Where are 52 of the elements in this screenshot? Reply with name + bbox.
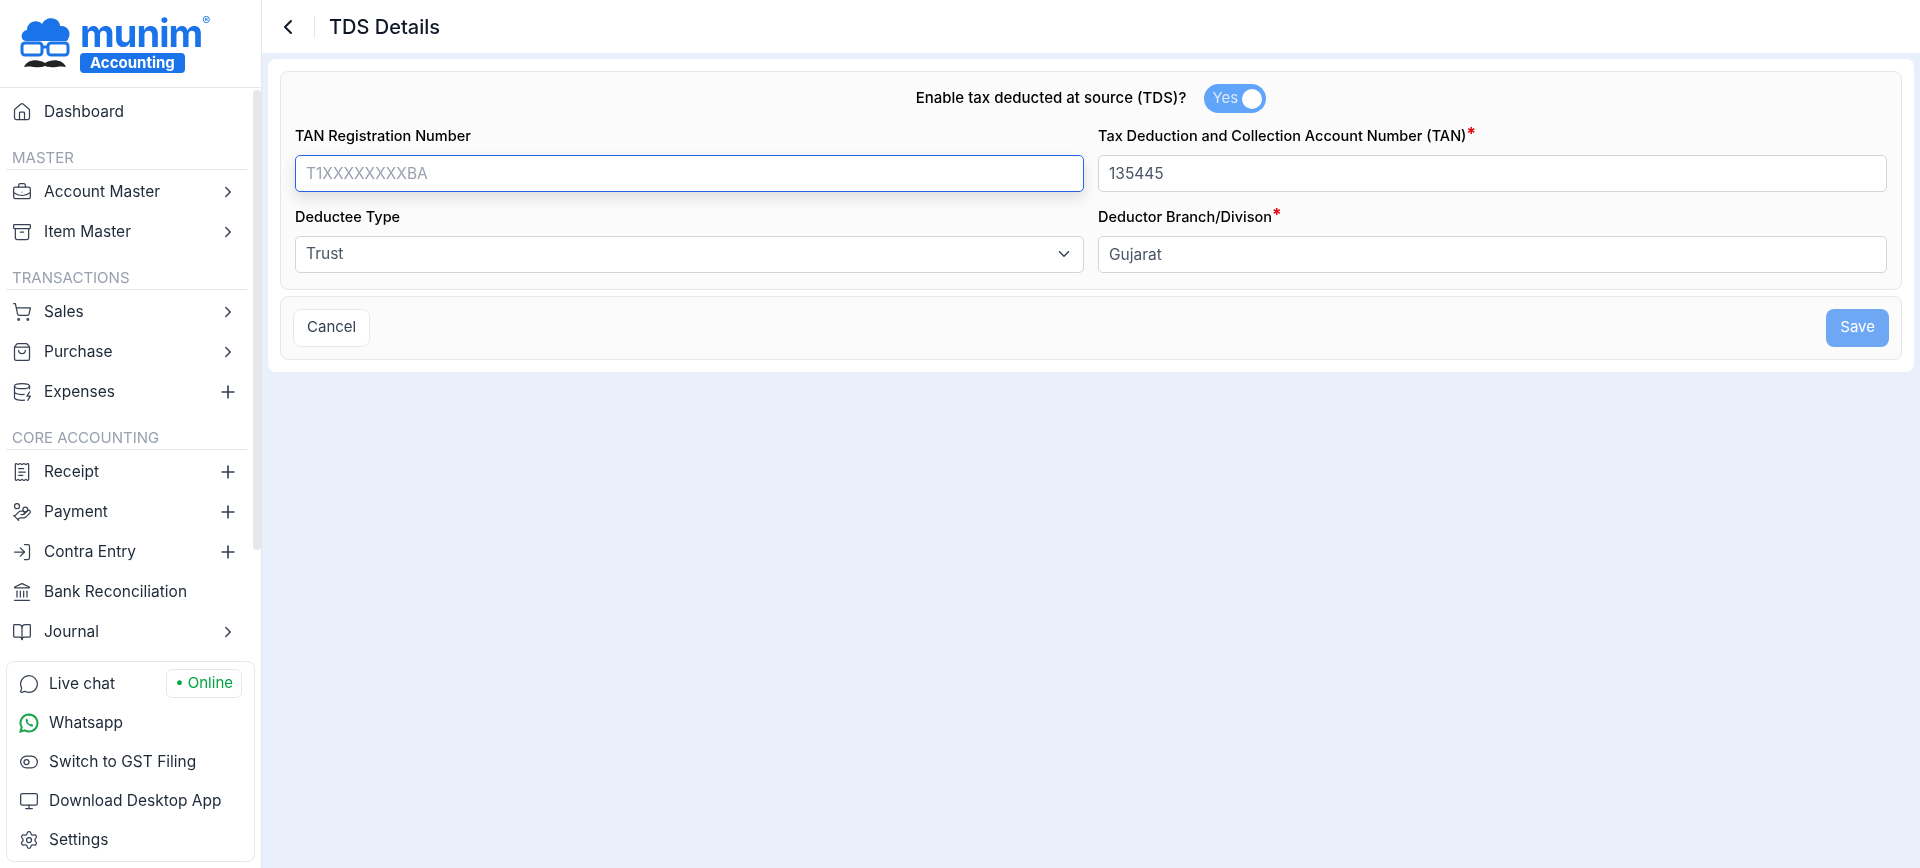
sidebar-item[interactable]: Whatsapp: [19, 703, 242, 742]
required-asterisk: *: [1466, 125, 1476, 143]
sidebar-item[interactable]: Contra Entry: [6, 532, 247, 572]
archive-box-icon: [12, 222, 32, 242]
bank-building-icon: [12, 582, 32, 602]
login-arrow-icon: [12, 542, 32, 562]
input-field[interactable]: 135445: [1098, 154, 1887, 192]
field-label: Deductee Type: [295, 206, 401, 227]
required-asterisk: *: [1271, 205, 1282, 224]
sidebar-item[interactable]: Account Master: [6, 172, 247, 212]
sidebar-item[interactable]: Download Desktop App: [19, 781, 242, 820]
sidebar-item[interactable]: Expenses: [6, 372, 247, 412]
cancel-button[interactable]: Cancel: [293, 308, 371, 347]
sidebar-item[interactable]: Live chat • Online: [19, 664, 242, 703]
input-field[interactable]: Gujarat: [1098, 235, 1887, 273]
book-icon: [12, 622, 32, 642]
section-heading: TRANSACTIONS: [12, 270, 130, 285]
sidebar-item[interactable]: Payment: [6, 492, 247, 532]
sidebar-item[interactable]: Switch to GST Filing: [19, 742, 242, 781]
sidebar-item[interactable]: Bank Reconciliation: [6, 572, 247, 612]
field-label: Deductor Branch/Divison: [1098, 206, 1272, 227]
section-heading: CORE ACCOUNTING: [12, 430, 160, 445]
registered-mark: ®: [202, 14, 211, 27]
toggle-label: Enable tax deducted at source (TDS)?: [915, 87, 1187, 110]
shopping-bag-icon: [12, 342, 32, 362]
sidebar-item[interactable]: Dashboard: [6, 92, 247, 132]
sidebar-item[interactable]: Purchase: [6, 332, 247, 372]
input-field[interactable]: T1XXXXXXXXBA: [295, 154, 1084, 192]
sidebar-item[interactable]: Item Master: [6, 212, 247, 252]
settings-icon: [19, 829, 39, 850]
field-label: Tax Deduction and Collection Account Number (TAN): [1098, 126, 1467, 146]
online-status-badge: • Online: [166, 669, 242, 698]
house-icon: [12, 102, 32, 122]
database-icon: [12, 382, 32, 402]
chat-bubble-icon: [19, 673, 39, 694]
briefcase-icon: [12, 182, 32, 202]
sidebar-item[interactable]: Journal: [6, 612, 247, 652]
sidebar-item[interactable]: Sales: [6, 292, 247, 332]
receipt-icon: [12, 462, 32, 482]
field-label: TAN Registration Number: [295, 126, 471, 147]
cart-icon: [12, 302, 32, 322]
page-title: TDS Details: [329, 13, 441, 41]
scrollbar[interactable]: [253, 90, 261, 550]
brand-name: munim: [80, 14, 203, 51]
section-heading: MASTER: [12, 150, 74, 165]
hand-coins-icon: [12, 502, 32, 522]
whatsapp-icon: [19, 712, 39, 733]
sidebar-item[interactable]: Settings: [19, 820, 242, 859]
monitor-icon: [19, 790, 39, 811]
brand-tagline: Accounting: [80, 52, 185, 73]
sidebar-item[interactable]: Receipt: [6, 452, 247, 492]
select-field[interactable]: Trust: [295, 235, 1084, 273]
